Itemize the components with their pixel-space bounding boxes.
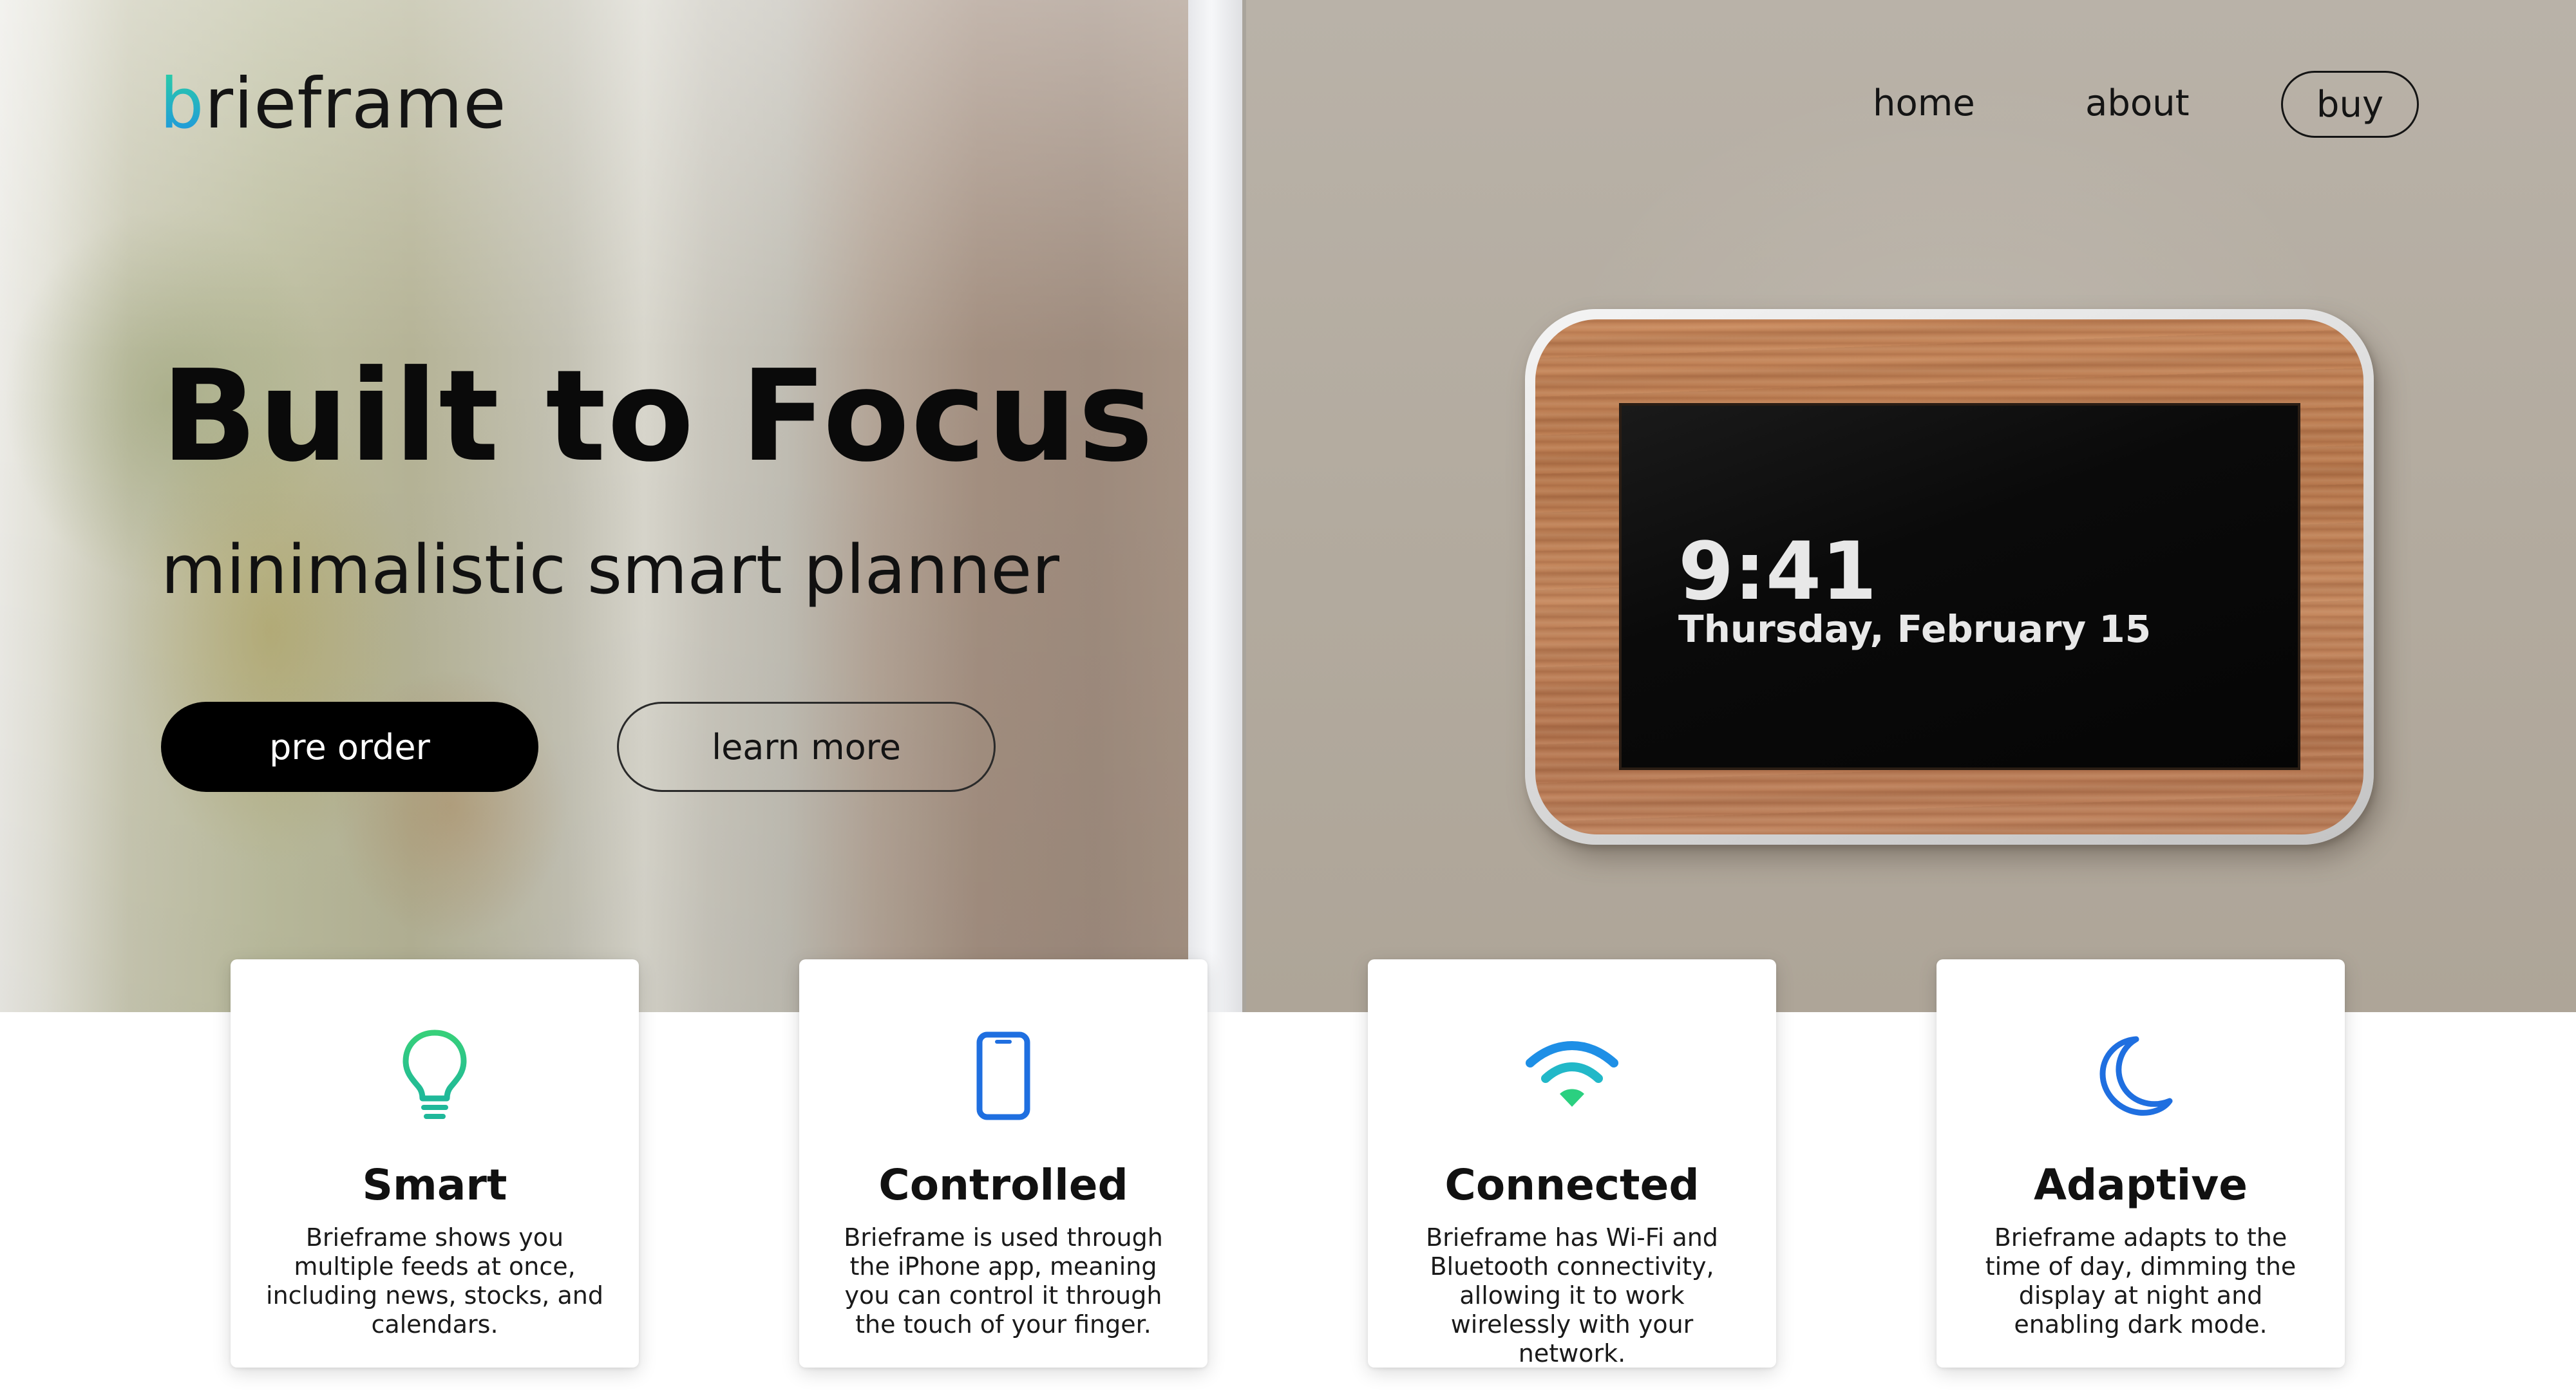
feature-title: Smart (362, 1160, 507, 1210)
device-wood-frame: 9:41 Thursday, February 15 (1535, 319, 2363, 834)
feature-card-controlled: Controlled Brieframe is used through the… (799, 959, 1208, 1368)
feature-description: Brieframe shows you multiple feeds at on… (266, 1223, 603, 1339)
feature-card-adaptive: Adaptive Brieframe adapts to the time of… (1937, 959, 2345, 1368)
brand-logo[interactable]: brieframe (160, 70, 507, 139)
phone-icon (945, 1028, 1061, 1124)
device-screen: 9:41 Thursday, February 15 (1619, 403, 2300, 770)
logo-rest: rieframe (204, 64, 507, 144)
feature-description: Brieframe adapts to the time of day, dim… (1985, 1223, 2297, 1339)
logo-first-letter: b (160, 64, 205, 144)
pre-order-button[interactable]: pre order (161, 702, 538, 792)
hero-title: Built to Focus (161, 343, 1155, 490)
feature-title: Controlled (878, 1160, 1128, 1210)
nav-about-link[interactable]: about (2085, 82, 2190, 124)
nav-home-link[interactable]: home (1873, 82, 1975, 124)
feature-title: Connected (1444, 1160, 1700, 1210)
feature-description: Brieframe is used through the iPhone app… (844, 1223, 1163, 1339)
device-date: Thursday, February 15 (1678, 607, 2152, 651)
feature-card-smart: Smart Brieframe shows you multiple feeds… (231, 959, 639, 1368)
nav-buy-button[interactable]: buy (2281, 71, 2419, 138)
device-time: 9:41 (1678, 525, 1877, 618)
learn-more-button[interactable]: learn more (617, 702, 996, 792)
brieframe-device: 9:41 Thursday, February 15 (1525, 309, 2374, 845)
feature-card-connected: Connected Brieframe has Wi-Fi and Blueto… (1368, 959, 1776, 1368)
hero-subtitle: minimalistic smart planner (161, 531, 1059, 609)
feature-description: Brieframe has Wi-Fi and Bluetooth connec… (1426, 1223, 1718, 1368)
moon-icon (2083, 1028, 2199, 1124)
window-frame (1188, 0, 1246, 1012)
wifi-icon (1514, 1028, 1630, 1124)
lightbulb-icon (377, 1028, 493, 1124)
blurred-window-background (0, 0, 1188, 1012)
feature-title: Adaptive (2033, 1160, 2248, 1210)
